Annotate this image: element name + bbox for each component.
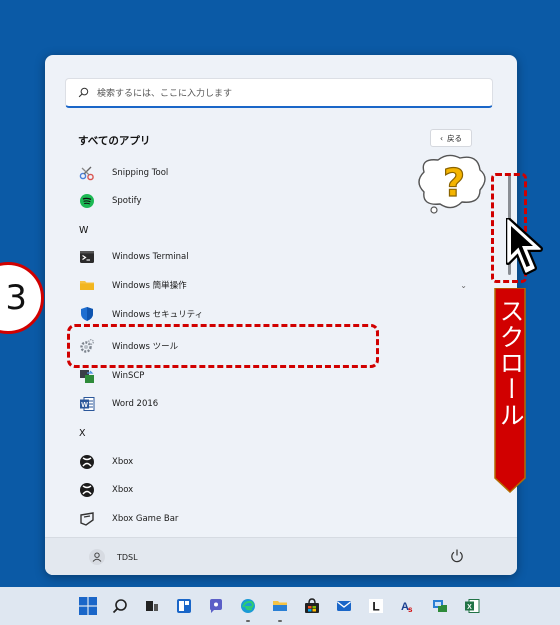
start-button[interactable]: [78, 596, 98, 616]
scroll-label-text: スクロール: [496, 298, 525, 428]
folder-icon: [79, 277, 95, 293]
svg-text:L: L: [372, 600, 379, 614]
xbox-icon: [79, 454, 95, 470]
remote-desktop-button[interactable]: [430, 596, 450, 616]
user-account[interactable]: TDSL: [89, 549, 138, 565]
widgets-icon: [177, 599, 191, 613]
search-icon: [78, 87, 89, 98]
search-icon: [112, 599, 127, 614]
taskbar: L As X: [0, 587, 560, 625]
svg-text:?: ?: [443, 161, 465, 205]
file-explorer-button[interactable]: [270, 596, 290, 622]
letter-header-x[interactable]: X: [69, 421, 489, 445]
app-item-xbox-game-bar[interactable]: Xbox Game Bar: [69, 507, 489, 531]
task-view-icon: [146, 601, 158, 611]
mail-icon: [337, 601, 351, 611]
spotify-icon: [79, 193, 95, 209]
app-folder-windows-accessibility[interactable]: Windows 簡単操作 ⌄: [69, 273, 489, 297]
app-item-windows-security[interactable]: Windows セキュリティ: [69, 302, 489, 326]
start-footer: TDSL: [45, 537, 517, 575]
store-icon: [305, 598, 319, 613]
letter-header-w[interactable]: W: [69, 218, 489, 242]
start-menu: 検索するには、ここに入力します すべてのアプリ ‹ 戻る Snipping To…: [45, 55, 517, 575]
power-icon[interactable]: [449, 548, 465, 564]
all-apps-title: すべてのアプリ: [78, 135, 151, 147]
search-placeholder: 検索するには、ここに入力します: [97, 89, 233, 99]
acrobat-icon: As: [401, 601, 413, 614]
chat-button[interactable]: [206, 596, 226, 616]
scroll-arrow-label: スクロール: [492, 288, 528, 493]
back-button-label: 戻る: [447, 133, 462, 143]
winscp-icon: [79, 368, 95, 384]
highlight-box-windows-tools: [67, 324, 379, 368]
edge-button[interactable]: [238, 596, 258, 622]
mail-button[interactable]: [334, 596, 354, 616]
chevron-down-icon[interactable]: ⌄: [460, 281, 467, 290]
excel-button[interactable]: X: [462, 596, 482, 616]
app-item-label: Xbox: [112, 457, 134, 467]
app-item-label: Spotify: [112, 196, 142, 206]
snipping-tool-icon: [79, 165, 95, 181]
app-item-windows-terminal[interactable]: Windows Terminal: [69, 245, 489, 269]
user-name: TDSL: [117, 552, 138, 562]
windows-logo-icon: [79, 597, 97, 615]
l-app-icon: L: [369, 599, 383, 614]
xbox-icon: [79, 482, 95, 498]
back-button[interactable]: ‹ 戻る: [430, 129, 472, 147]
svg-text:s: s: [408, 605, 413, 614]
question-bubble-icon: ?: [418, 154, 486, 214]
edge-icon: [241, 599, 255, 613]
store-button[interactable]: [302, 596, 322, 616]
app-item-xbox-2[interactable]: Xbox: [69, 478, 489, 502]
app-item-label: Xbox Game Bar: [112, 514, 179, 524]
taskbar-search-button[interactable]: [110, 596, 130, 616]
xbox-game-bar-icon: [79, 511, 95, 527]
widgets-button[interactable]: [174, 596, 194, 616]
chat-icon: [210, 599, 222, 613]
terminal-icon: [79, 249, 95, 265]
app-item-label: Windows セキュリティ: [112, 310, 204, 320]
app-item-label: Xbox: [112, 485, 134, 495]
acrobat-button[interactable]: As: [398, 596, 418, 616]
app-item-xbox[interactable]: Xbox: [69, 450, 489, 474]
svg-text:X: X: [467, 604, 472, 611]
chevron-left-icon: ‹: [440, 133, 443, 143]
file-explorer-icon: [273, 601, 287, 611]
app-item-label: Windows 簡単操作: [112, 281, 187, 291]
app-item-word-2016[interactable]: W Word 2016: [69, 392, 489, 416]
app-item-label: Word 2016: [112, 399, 159, 409]
mouse-pointer-icon: [506, 218, 543, 275]
user-icon: [89, 549, 105, 565]
word-icon: W: [79, 396, 95, 412]
step-number-badge: 3: [0, 262, 44, 334]
app-item-label: Snipping Tool: [112, 168, 169, 178]
search-box[interactable]: 検索するには、ここに入力します: [65, 78, 493, 108]
remote-desktop-icon: [433, 600, 447, 612]
app-l-button[interactable]: L: [366, 596, 386, 616]
shield-icon: [79, 306, 95, 322]
task-view-button[interactable]: [142, 596, 162, 616]
app-item-label: WinSCP: [112, 371, 145, 381]
app-item-label: Windows Terminal: [112, 252, 189, 262]
svg-text:W: W: [81, 402, 88, 409]
excel-icon: X: [465, 599, 480, 613]
